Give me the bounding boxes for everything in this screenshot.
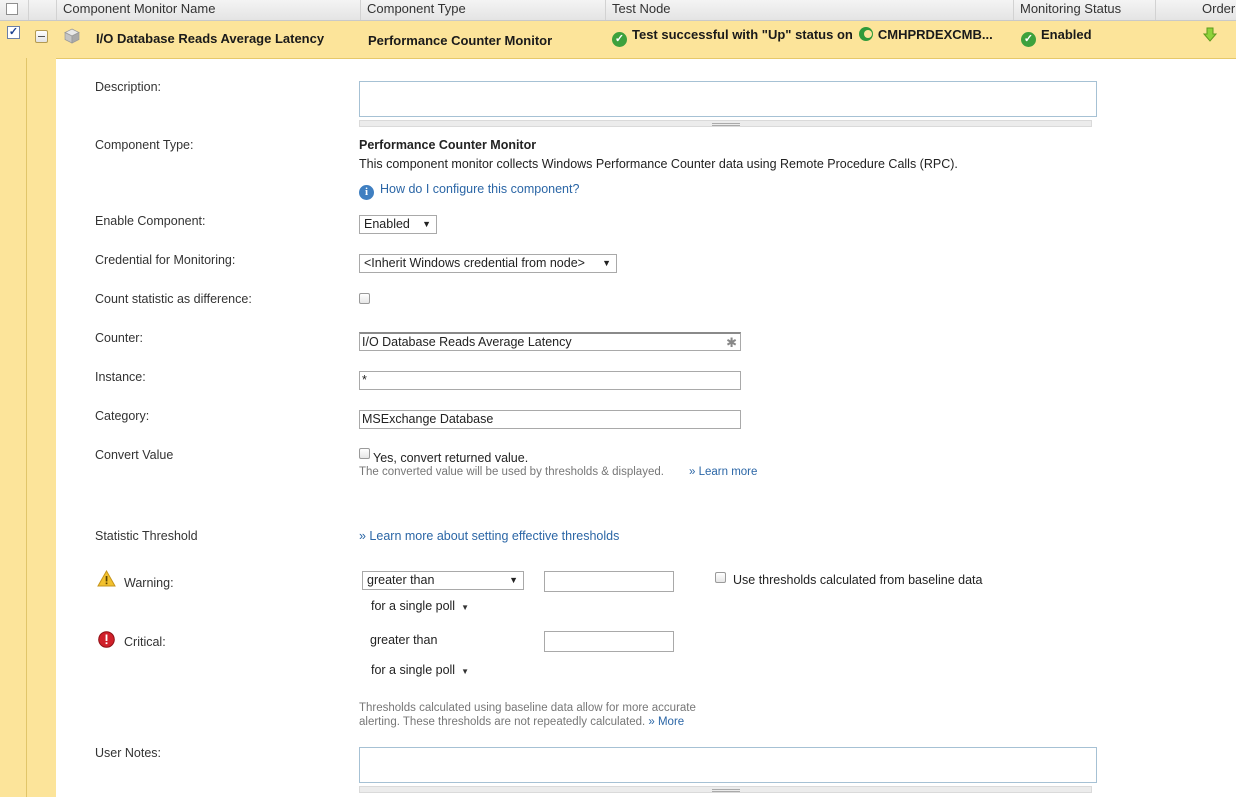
convert-value-note: The converted value will be used by thre… <box>359 466 664 478</box>
critical-poll-text: for a single poll <box>371 663 456 677</box>
baseline-note-line-1: Thresholds calculated using baseline dat… <box>359 702 696 714</box>
row-checkbox[interactable]: ✓ <box>7 26 20 39</box>
select-all-checkbox[interactable] <box>6 3 18 15</box>
how-to-configure-text[interactable]: How do I configure this component? <box>380 182 579 196</box>
component-cube-icon <box>64 28 80 44</box>
count-statistic-checkbox[interactable] <box>359 293 370 304</box>
how-to-configure-link[interactable]: i How do I configure this component? <box>359 182 579 200</box>
warning-poll-text: for a single poll <box>371 599 456 613</box>
user-notes-resize-handle[interactable] <box>359 786 1092 793</box>
threshold-learn-more-link[interactable]: » Learn more about setting effective thr… <box>359 529 619 543</box>
component-type: Performance Counter Monitor <box>368 33 553 48</box>
success-check-icon: ✓ <box>612 32 627 47</box>
description-textarea[interactable] <box>359 81 1097 117</box>
enable-component-select[interactable]: Enabled ▼ <box>359 215 437 234</box>
instance-label: Instance: <box>95 370 146 384</box>
monitoring-status-text: Enabled <box>1041 27 1092 42</box>
convert-value-checkbox[interactable] <box>359 448 370 459</box>
statistic-threshold-label: Statistic Threshold <box>95 529 198 543</box>
component-type-label: Component Type: <box>95 138 194 152</box>
convert-value-label: Convert Value <box>95 448 174 462</box>
column-header-order[interactable]: Order <box>1155 0 1236 20</box>
enable-component-label: Enable Component: <box>95 214 206 228</box>
counter-input[interactable]: I/O Database Reads Average Latency ✱ <box>359 332 741 351</box>
info-icon: i <box>359 185 374 200</box>
column-header-name[interactable]: Component Monitor Name <box>56 0 360 20</box>
dropdown-arrow-icon: ▼ <box>602 258 611 268</box>
critical-operator: greater than <box>370 633 438 647</box>
row-expand-band <box>0 58 56 797</box>
convert-learn-more-link[interactable]: » Learn more <box>689 466 757 478</box>
required-asterisk-icon: ✱ <box>726 335 737 350</box>
monitoring-status: ✓ Enabled <box>1021 27 1092 47</box>
column-header-type[interactable]: Component Type <box>360 0 605 20</box>
credential-label: Credential for Monitoring: <box>95 253 236 267</box>
baseline-note-text: alerting. These thresholds are not repea… <box>359 716 646 728</box>
warning-operator-select[interactable]: greater than ▼ <box>362 571 524 590</box>
baseline-thresholds-checkbox[interactable] <box>715 572 726 583</box>
enable-component-value: Enabled <box>364 217 410 231</box>
critical-label: Critical: <box>124 635 166 649</box>
count-statistic-label: Count statistic as difference: <box>95 292 252 306</box>
caret-down-icon: ▼ <box>461 667 469 676</box>
column-header-test-node[interactable]: Test Node <box>605 0 1013 20</box>
component-type-name: Performance Counter Monitor <box>359 138 537 152</box>
column-header-status[interactable]: Monitoring Status <box>1013 0 1155 20</box>
counter-label: Counter: <box>95 331 143 345</box>
caret-down-icon: ▼ <box>461 603 469 612</box>
critical-poll-dropdown[interactable]: for a single poll ▼ <box>371 663 469 677</box>
critical-threshold-input[interactable] <box>544 631 674 652</box>
collapse-icon[interactable] <box>35 30 48 43</box>
dropdown-arrow-icon: ▼ <box>509 575 518 585</box>
instance-input[interactable]: * <box>359 371 741 390</box>
enabled-check-icon: ✓ <box>1021 32 1036 47</box>
user-notes-textarea[interactable] <box>359 747 1097 783</box>
credential-value: <Inherit Windows credential from node> <box>364 256 585 270</box>
description-resize-handle[interactable] <box>359 120 1092 127</box>
node-status-icon <box>858 27 873 41</box>
component-row[interactable]: ✓ I/O Database Reads Average Latency Per… <box>0 21 1236 59</box>
baseline-more-link[interactable]: » More <box>648 716 684 728</box>
warning-label: Warning: <box>124 576 174 590</box>
component-type-description: This component monitor collects Windows … <box>359 157 958 171</box>
test-result: ✓ Test successful with "Up" status on CMHP… <box>612 27 993 47</box>
description-label: Description: <box>95 80 161 94</box>
test-result-text: Test successful with "Up" status on <box>632 27 853 42</box>
dropdown-arrow-icon: ▼ <box>422 219 431 229</box>
credential-select[interactable]: <Inherit Windows credential from node> ▼ <box>359 254 617 273</box>
warning-threshold-input[interactable] <box>544 571 674 592</box>
test-node-name[interactable]: CMHPRDEXCMB... <box>878 27 993 42</box>
category-input[interactable]: MSExchange Database <box>359 410 741 429</box>
counter-value: I/O Database Reads Average Latency <box>362 335 572 349</box>
warning-icon <box>97 570 116 587</box>
component-name[interactable]: I/O Database Reads Average Latency <box>96 31 324 46</box>
category-label: Category: <box>95 409 150 423</box>
expand-column-header <box>28 0 56 20</box>
baseline-thresholds-label: Use thresholds calculated from baseline … <box>733 573 983 587</box>
down-arrow-icon[interactable] <box>1203 27 1217 42</box>
user-notes-label: User Notes: <box>95 746 161 760</box>
baseline-note-line-2: alerting. These thresholds are not repea… <box>359 716 684 728</box>
critical-icon <box>98 631 115 648</box>
warning-poll-dropdown[interactable]: for a single poll ▼ <box>371 599 469 613</box>
convert-value-checkbox-text: Yes, convert returned value. <box>373 451 529 465</box>
grid-header: Component Monitor Name Component Type Te… <box>0 0 1236 21</box>
warning-operator-value: greater than <box>367 573 435 587</box>
